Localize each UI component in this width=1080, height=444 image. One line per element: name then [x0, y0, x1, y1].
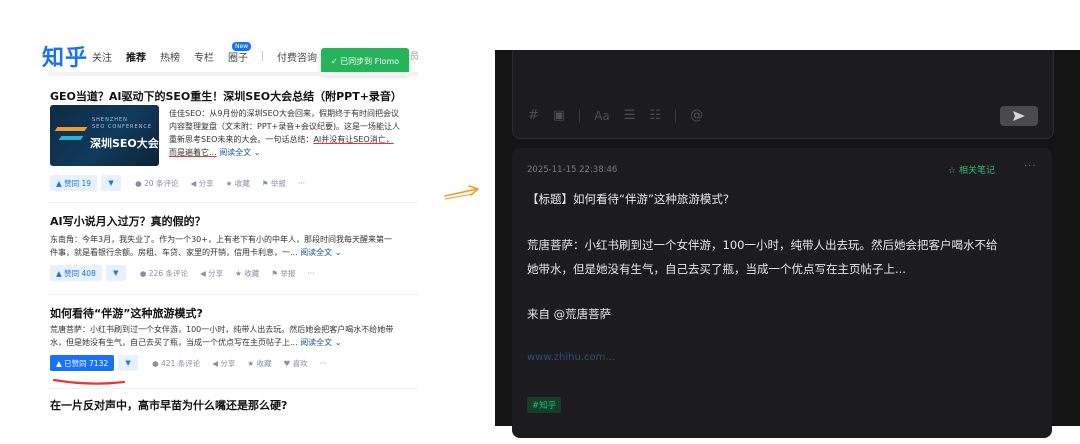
memo-source: 来自 @荒唐菩萨: [527, 307, 612, 321]
favorite-button[interactable]: ★ 收藏: [226, 178, 250, 189]
top-nav: 关注 推荐 热榜 专栏 圈子 付费咨询 知: [92, 48, 341, 64]
share-button[interactable]: ◀ 分享: [200, 268, 223, 279]
nav-recommend[interactable]: 推荐: [126, 49, 146, 64]
excerpt-line: 荒唐菩萨：小红书刷到过一个女伴游，100一小时，纯带人出去玩。然后她会把客户喝水…: [50, 325, 394, 334]
favorite-button[interactable]: ★ 收藏: [235, 268, 259, 279]
feed-divider: [48, 388, 418, 389]
hashtag-icon[interactable]: #: [528, 108, 539, 123]
downvote-button[interactable]: ▼: [101, 175, 122, 191]
editor-toolbar: # ▣ Aa ☰ ☷ @: [528, 108, 703, 123]
image-icon[interactable]: ▣: [553, 108, 565, 123]
related-notes-button[interactable]: ☆ 相关笔记: [948, 163, 995, 176]
more-button[interactable]: ···: [298, 179, 305, 188]
flomo-sync-toast: ✓ 已同步到 Flomo: [321, 48, 409, 74]
upvote-button[interactable]: ▲ 赞同 19: [50, 175, 98, 191]
downvote-button[interactable]: ▼: [118, 355, 139, 371]
nav-member[interactable]: 员: [410, 49, 419, 62]
feed-excerpt[interactable]: 荒唐菩萨：小红书刷到过一个女伴游，100一小时，纯带人出去玩。然后她会把客户喝水…: [50, 323, 422, 349]
downvote-button[interactable]: ▼: [105, 265, 126, 281]
upvote-button-active[interactable]: ▲ 已赞同 7132: [50, 355, 115, 371]
feed-title[interactable]: AI写小说月入过万？真的假的？: [50, 213, 206, 229]
feed-title[interactable]: 如何看待“伴游”这种旅游模式?: [50, 305, 203, 321]
excerpt-line: 而是遍着它... 阅读全文 ⌄: [169, 148, 261, 157]
zhihu-logo[interactable]: 知乎: [42, 40, 88, 72]
feed-actions: ▲ 赞同 19 ▼ ● 20 条评论 ◀ 分享 ★ 收藏 ⚑ 举报 ···: [50, 175, 305, 191]
report-button[interactable]: ⚑ 举报: [271, 268, 295, 279]
read-more-link[interactable]: 阅读全文: [300, 248, 332, 257]
excerpt-line: 重新思考SEO未来的大会。一句话总结：AI并没有让SEO消亡，: [169, 135, 394, 144]
memo-body-line: 荒唐菩萨：小红书刷到过一个女伴游，100一小时，纯带人出去玩。然后她会把客户喝水…: [527, 238, 998, 252]
read-more-link[interactable]: 阅读全文: [219, 148, 251, 157]
feed-excerpt[interactable]: 东南角：今年3月，我失业了。作为一个30+，上有老下有小的中年人，那段时间我每天…: [50, 233, 422, 259]
sparkle-icon: ☆: [948, 166, 959, 176]
feed-title[interactable]: GEO当道？AI驱动下的SEO重生！深圳SEO大会总结（附PPT+录音）: [50, 88, 402, 104]
feed-actions: ▲ 赞同 408 ▼ ● 226 条评论 ◀ 分享 ★ 收藏 ⚑ 举报 ···: [50, 265, 315, 281]
red-underline-annotation: [52, 378, 126, 385]
feed-actions: ▲ 已赞同 7132 ▼ ● 421 条评论 ◀ 分享 ★ 收藏 ♥ 喜欢 ··…: [50, 355, 327, 371]
nav-paid-consult[interactable]: 付费咨询: [277, 49, 317, 64]
numbered-list-icon[interactable]: ☷: [649, 108, 661, 123]
nav-follow[interactable]: 关注: [92, 49, 112, 64]
memo-title: 【标题】如何看待“伴游”这种旅游模式?: [527, 192, 730, 206]
comment-button[interactable]: ● 421 条评论: [152, 358, 200, 369]
text-format-icon[interactable]: Aa: [594, 109, 610, 123]
memo-tag[interactable]: #知乎: [527, 397, 562, 413]
thumbnail-decor: [54, 127, 88, 131]
article-thumbnail[interactable]: SHENZHEN SEO CONFERENCE 深圳SEO大会: [50, 105, 159, 166]
excerpt-line: 内容整理复盘（文末附：PPT+录音+会议纪要)。这是一场能让人: [169, 122, 401, 131]
memo-more-button[interactable]: ···: [1024, 161, 1037, 172]
feed-divider: [48, 294, 418, 295]
report-button[interactable]: ⚑ 举报: [262, 178, 286, 189]
like-button[interactable]: ♥ 喜欢: [284, 358, 308, 369]
thumbnail-decor: [58, 136, 84, 140]
memo-editor[interactable]: [512, 50, 1054, 139]
excerpt-line: 水，但是她没有生气，自己去买了瓶，当成一个优点写在主页帖子上... 阅读全文 ⌄: [50, 338, 342, 347]
excerpt-line: 东南角：今年3月，我失业了。作为一个30+，上有老下有小的中年人，那段时间我每天…: [50, 235, 392, 244]
thumbnail-title: 深圳SEO大会: [90, 137, 159, 150]
favorite-button[interactable]: ★ 收藏: [247, 358, 271, 369]
highlight-text: AI并没有让SEO消亡，: [313, 135, 394, 144]
feed-divider: [48, 202, 418, 203]
mention-icon[interactable]: @: [690, 108, 703, 123]
memo-link[interactable]: www.zhihu.com...: [527, 352, 615, 363]
share-button[interactable]: ◀ 分享: [190, 178, 213, 189]
bullet-list-icon[interactable]: ☰: [624, 108, 636, 123]
nav-column[interactable]: 专栏: [194, 49, 214, 64]
more-button[interactable]: ···: [320, 359, 327, 368]
new-badge: New: [232, 42, 252, 51]
comment-button[interactable]: ● 226 条评论: [140, 268, 188, 279]
memo-timestamp: 2025-11-15 22:38:46: [527, 165, 618, 175]
nav-hot[interactable]: 热榜: [160, 49, 180, 64]
excerpt-line: 件事，就是看银行余额。房租、车贷、家里的开销，信用卡利息，一... 阅读全文 ⌄: [50, 248, 342, 257]
thumbnail-subtitle: SHENZHEN SEO CONFERENCE: [92, 117, 153, 130]
header-divider: [48, 72, 418, 76]
feed-title[interactable]: 在一片反对声中，高市早苗为什么嘴还是那么硬?: [50, 397, 287, 413]
nav-separator: [262, 51, 263, 61]
toolbar-separator: [675, 109, 677, 122]
send-icon: [1013, 111, 1025, 121]
toolbar-separator: [579, 109, 581, 122]
share-button[interactable]: ◀ 分享: [212, 358, 235, 369]
upvote-button[interactable]: ▲ 赞同 408: [50, 265, 102, 281]
feed-excerpt[interactable]: 佳佳SEO：从9月份的深圳SEO大会回来，假期终于有时间把会议 内容整理复盘（文…: [169, 107, 421, 159]
comment-button[interactable]: ● 20 条评论: [135, 178, 178, 189]
memo-body-line: 她带水，但是她没有生气，自己去买了瓶，当成一个优点写在主页帖子上...: [527, 262, 906, 276]
read-more-link[interactable]: 阅读全文: [300, 338, 332, 347]
arrow-annotation: [444, 185, 479, 200]
excerpt-line: 佳佳SEO：从9月份的深圳SEO大会回来，假期终于有时间把会议: [169, 109, 399, 118]
more-button[interactable]: ···: [307, 269, 314, 278]
send-button[interactable]: [1000, 106, 1038, 126]
